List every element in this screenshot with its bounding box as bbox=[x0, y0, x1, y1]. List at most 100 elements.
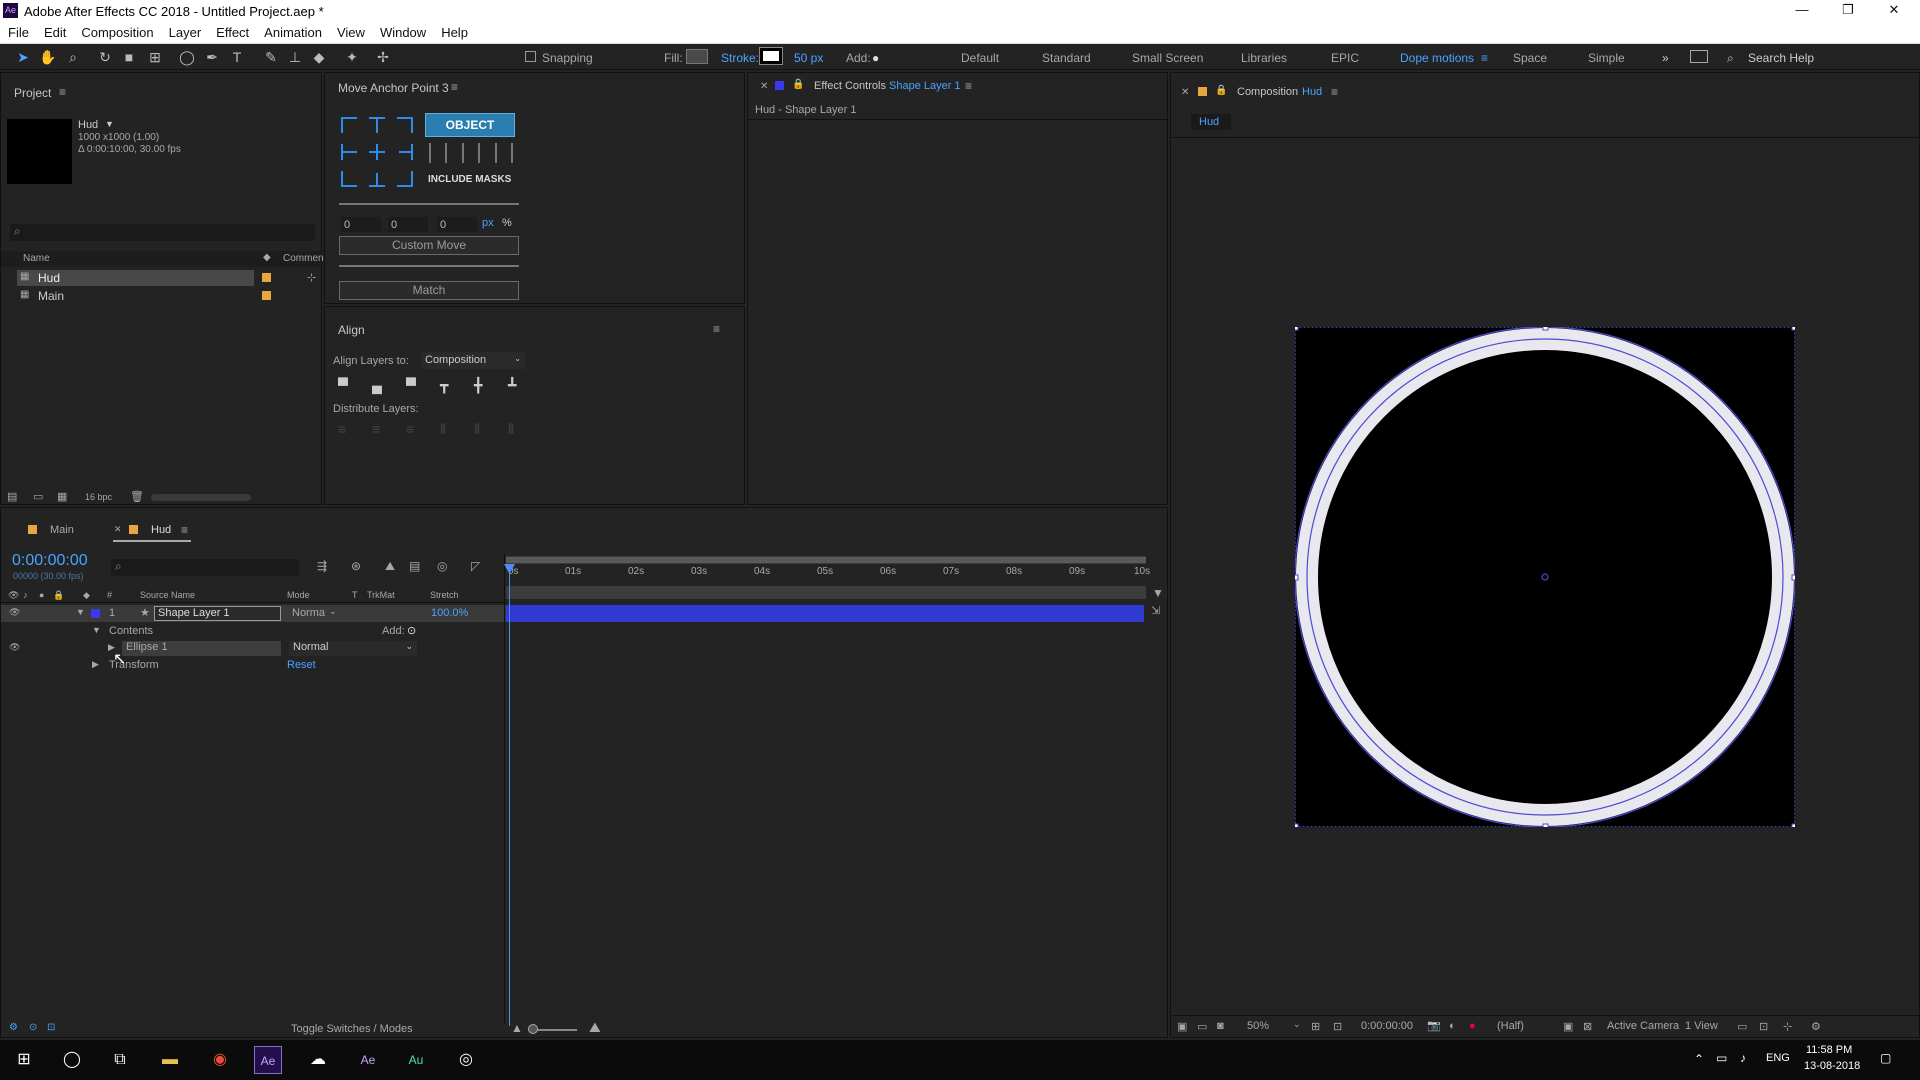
project-search-input[interactable]: ⌕ bbox=[10, 224, 315, 241]
distribute-right-icon[interactable]: ⦀ bbox=[508, 421, 514, 438]
comp-settings-icon[interactable]: ⚙ bbox=[9, 1022, 18, 1033]
snapshot-icon[interactable]: 📷 bbox=[1427, 1019, 1441, 1032]
menu-view[interactable]: View bbox=[329, 22, 372, 40]
project-item-main[interactable]: ▦ Main bbox=[17, 288, 254, 304]
zoom-dropdown[interactable]: 50% bbox=[1247, 1020, 1269, 1032]
after-effects-taskbar-icon[interactable]: Ae bbox=[254, 1046, 282, 1074]
column-mode[interactable]: Mode bbox=[287, 590, 310, 600]
layer-row[interactable]: 👁 ▼ 1 ★ Shape Layer 1 Norma ⌄ 100.0% bbox=[1, 605, 506, 622]
after-effects-2-icon[interactable]: Ae bbox=[354, 1046, 382, 1074]
anchor-middle-right[interactable] bbox=[397, 144, 413, 160]
lock-column-icon[interactable]: 🔒 bbox=[53, 590, 64, 601]
offset-x-input[interactable]: 0 bbox=[341, 217, 381, 232]
minimize-button[interactable]: — bbox=[1787, 2, 1817, 20]
always-preview-icon[interactable]: ▣ bbox=[1177, 1020, 1187, 1033]
playhead[interactable] bbox=[509, 566, 510, 1026]
shape-layer-ellipse[interactable] bbox=[1292, 324, 1798, 830]
workspace-default[interactable]: Default bbox=[961, 51, 999, 65]
menu-layer[interactable]: Layer bbox=[161, 22, 209, 40]
zoom-slider-handle[interactable] bbox=[528, 1024, 538, 1034]
label-color[interactable] bbox=[262, 291, 271, 300]
windows-start-icon[interactable]: ⊞ bbox=[10, 1046, 38, 1074]
eraser-tool-icon[interactable]: ◆ bbox=[310, 48, 328, 66]
flowchart-icon[interactable]: ⊹ bbox=[307, 271, 316, 284]
unit-px[interactable]: px bbox=[482, 217, 494, 229]
timeline-search-input[interactable]: ⌕ bbox=[111, 559, 299, 576]
display-icon[interactable]: ▭ bbox=[1197, 1020, 1207, 1033]
workspace-toggle-icon[interactable] bbox=[1690, 50, 1708, 63]
comp-canvas[interactable] bbox=[1292, 324, 1798, 830]
offset-y-input[interactable]: 0 bbox=[388, 217, 428, 232]
project-item-hud[interactable]: ▦ Hud bbox=[17, 270, 254, 286]
align-right-icon[interactable]: ▀ bbox=[406, 377, 416, 393]
zoom-in-icon[interactable]: ⛰ bbox=[589, 1019, 601, 1036]
more-workspaces-icon[interactable]: » bbox=[1662, 51, 1669, 65]
search-help-input[interactable]: Search Help bbox=[1748, 51, 1814, 65]
anchor-center[interactable] bbox=[369, 144, 385, 160]
panel-menu-icon[interactable]: ≡ bbox=[713, 322, 720, 336]
reset-exposure-icon[interactable]: ⊡ bbox=[1759, 1020, 1768, 1033]
transfer-controls-icon[interactable]: ⊙ bbox=[29, 1022, 37, 1033]
align-horizontal-center-icon[interactable]: ▄ bbox=[372, 377, 382, 393]
camera-dropdown[interactable]: Active Camera bbox=[1607, 1020, 1679, 1032]
custom-move-button[interactable]: Custom Move bbox=[339, 236, 519, 255]
distribute-vcenter-icon[interactable]: ≡ bbox=[372, 421, 380, 437]
align-bottom-icon[interactable]: ┻ bbox=[508, 377, 516, 394]
align-top-icon[interactable]: ┳ bbox=[440, 377, 448, 394]
vr-icon[interactable]: ◙ bbox=[1217, 1020, 1224, 1032]
work-area-bar[interactable] bbox=[506, 556, 1146, 564]
distribute-hcenter-icon[interactable]: ⦀ bbox=[474, 421, 480, 438]
composition-name[interactable]: Hud bbox=[1302, 86, 1322, 98]
ellipse-name[interactable]: Ellipse 1 bbox=[122, 641, 281, 656]
composition-title[interactable]: Composition bbox=[1237, 86, 1298, 98]
roto-brush-tool-icon[interactable]: ✦ bbox=[343, 48, 361, 66]
effect-controls-title[interactable]: Effect Controls bbox=[814, 80, 886, 92]
distribute-bottom-icon[interactable]: ≡ bbox=[406, 421, 414, 437]
zoom-tool-icon[interactable]: ⌕ bbox=[64, 48, 82, 66]
expand-layer-icon[interactable]: ▼ bbox=[76, 607, 85, 617]
new-composition-icon[interactable]: ▦ bbox=[57, 490, 67, 503]
visibility-toggle-icon[interactable]: 👁 bbox=[9, 607, 20, 618]
clock-date[interactable]: 13-08-2018 bbox=[1804, 1060, 1860, 1072]
anchor-top-center[interactable] bbox=[369, 117, 385, 133]
fit-icon[interactable]: ⊞ bbox=[1311, 1020, 1320, 1033]
menu-file[interactable]: File bbox=[0, 22, 36, 40]
cortana-search-icon[interactable]: ◯ bbox=[58, 1046, 86, 1074]
shy-icon[interactable]: ⛰ bbox=[385, 559, 395, 574]
column-trkmat[interactable]: TrkMat bbox=[367, 590, 395, 600]
layer-mode-dropdown[interactable]: Norma bbox=[292, 607, 325, 619]
audition-icon[interactable]: Au bbox=[402, 1046, 430, 1074]
toggle-switches-modes[interactable]: Toggle Switches / Modes bbox=[291, 1023, 413, 1035]
show-snapshot-icon[interactable]: ◐ bbox=[1449, 1020, 1456, 1032]
transform-row[interactable]: ▶ Transform Reset bbox=[1, 657, 506, 674]
close-tab-icon[interactable]: ✕ bbox=[1181, 87, 1189, 98]
ellipse-mode-dropdown[interactable]: Normal ⌄ bbox=[289, 641, 417, 656]
label-tag-icon[interactable]: ◆ bbox=[263, 252, 271, 263]
transform-reset[interactable]: Reset bbox=[287, 659, 316, 671]
comp-flowchart-tab[interactable]: Hud bbox=[1191, 114, 1231, 130]
close-tab-icon[interactable]: ✕ bbox=[760, 81, 768, 92]
project-tab[interactable]: Project bbox=[14, 86, 51, 100]
type-tool-icon[interactable]: T bbox=[228, 48, 246, 66]
add-icon[interactable]: ⊙ bbox=[407, 624, 416, 637]
ellipse-tool-icon[interactable]: ◯ bbox=[178, 48, 196, 66]
menu-window[interactable]: Window bbox=[372, 22, 433, 40]
interpret-footage-icon[interactable]: ▤ bbox=[7, 490, 17, 503]
clock-time[interactable]: 11:58 PM bbox=[1806, 1044, 1852, 1056]
clone-stamp-tool-icon[interactable]: ⊥ bbox=[286, 48, 304, 66]
object-button[interactable]: OBJECT bbox=[425, 113, 515, 137]
menu-edit[interactable]: Edit bbox=[36, 22, 73, 40]
workspace-libraries[interactable]: Libraries bbox=[1241, 51, 1287, 65]
composition-mini-flowchart-icon[interactable]: ⇶ bbox=[317, 559, 327, 573]
transparency-grid-icon[interactable]: ⊠ bbox=[1583, 1020, 1592, 1033]
flowchart-icon[interactable]: ⊹ bbox=[1783, 1020, 1792, 1033]
menu-effect[interactable]: Effect bbox=[208, 22, 256, 40]
distribute-left-icon[interactable] bbox=[429, 143, 447, 163]
views-dropdown[interactable]: 1 View bbox=[1685, 1020, 1718, 1032]
anchor-bottom-right[interactable] bbox=[397, 171, 413, 187]
workspace-dope-motions[interactable]: Dope motions bbox=[1400, 51, 1474, 65]
recorder-icon[interactable]: ◎ bbox=[452, 1046, 480, 1074]
column-comment[interactable]: Commen bbox=[283, 253, 324, 264]
zoom-slider-track[interactable] bbox=[532, 1029, 577, 1031]
column-number[interactable]: # bbox=[107, 590, 112, 600]
